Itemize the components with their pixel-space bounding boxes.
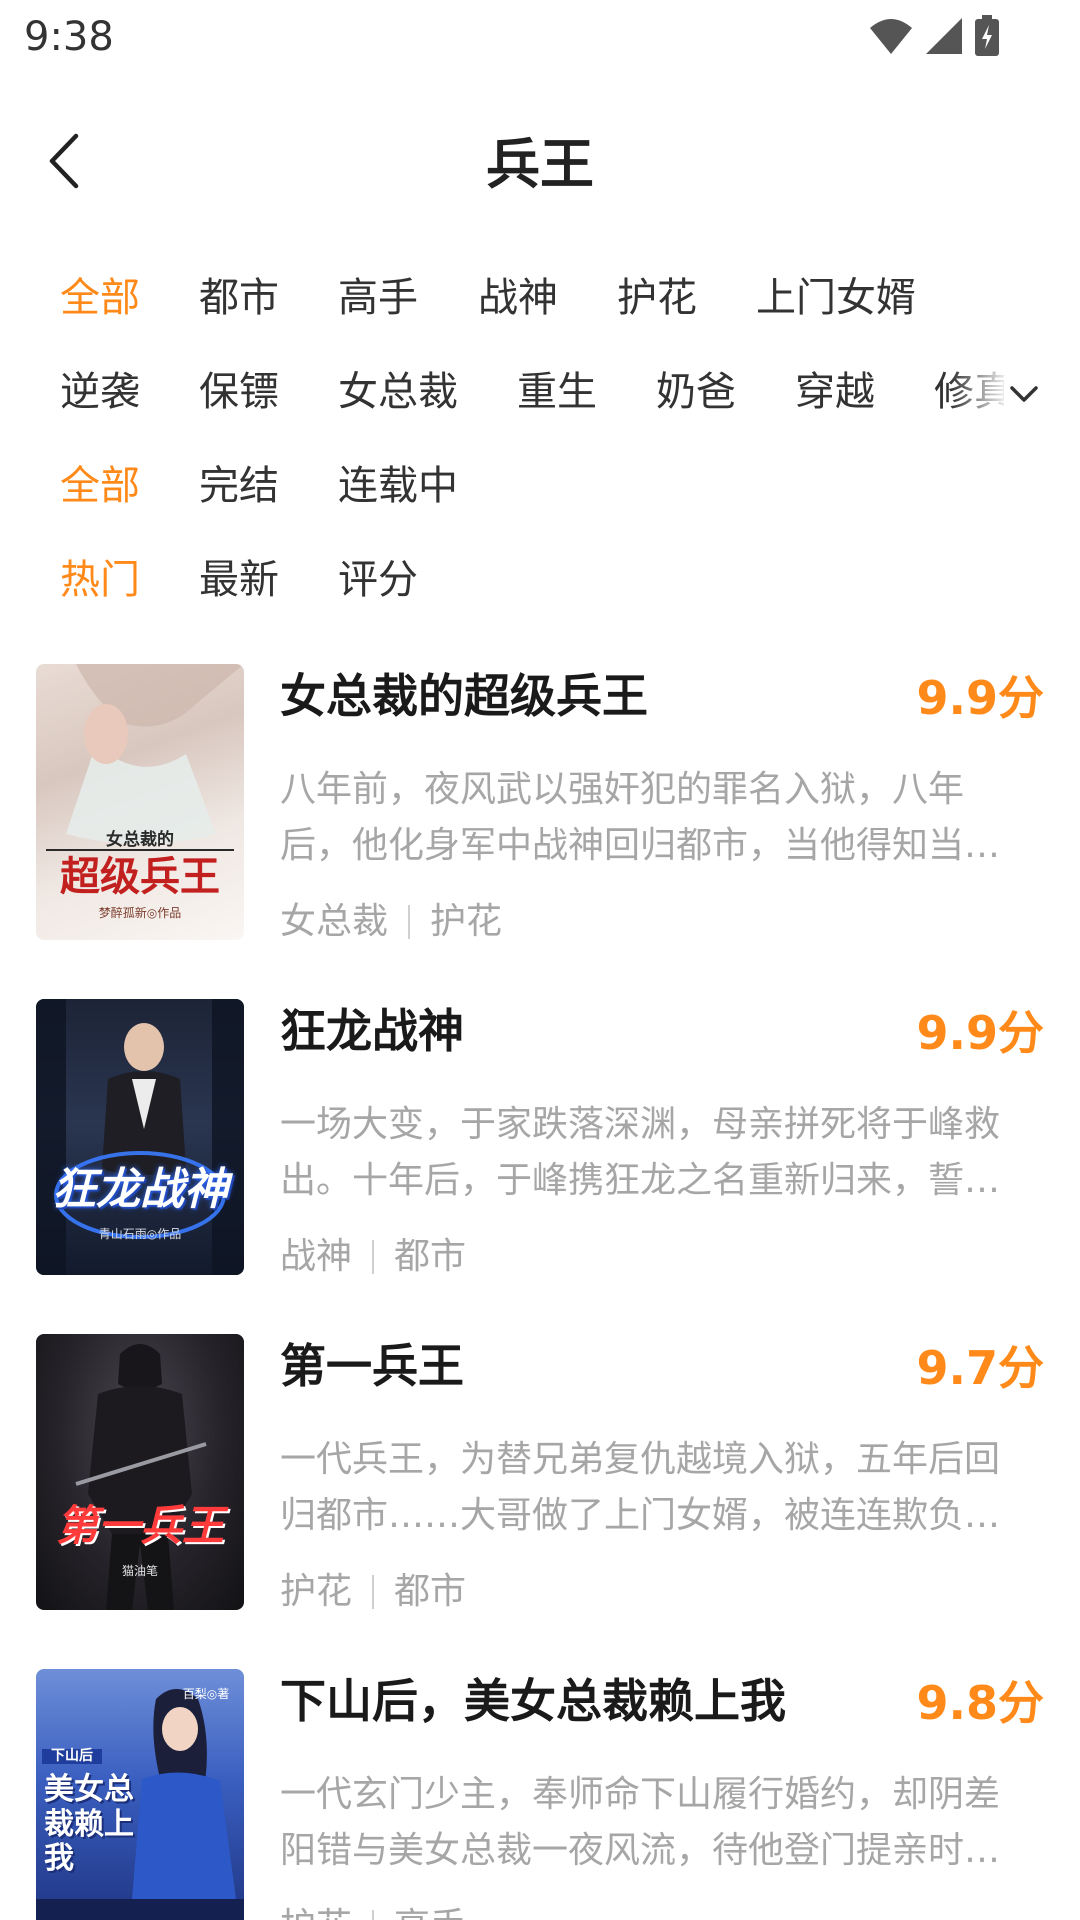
book-cover[interactable]: 下山后 美女总裁赖上我 百梨◎著 bbox=[36, 1669, 244, 1920]
book-item[interactable]: 第一兵王 猫油笔 第一兵王 9.7分 一代兵王，为替兄弟复仇越境入狱，五年后回归… bbox=[0, 1334, 1080, 1634]
genre-filter-time-travel[interactable]: 穿越 bbox=[795, 368, 875, 416]
genre-filter-protector[interactable]: 护花 bbox=[617, 274, 697, 322]
tag-separator bbox=[408, 905, 411, 939]
status-filter-ongoing[interactable]: 连载中 bbox=[338, 462, 458, 510]
status-icons bbox=[868, 14, 1000, 58]
genre-filter-bodyguard[interactable]: 保镖 bbox=[199, 368, 279, 416]
sort-filter-hot[interactable]: 热门 bbox=[60, 556, 140, 604]
cover-author: 百梨◎著 bbox=[182, 1687, 230, 1701]
book-tag: 都市 bbox=[394, 1571, 467, 1612]
book-score: 9.7分 bbox=[916, 1341, 1045, 1395]
genre-filter-all[interactable]: 全部 bbox=[60, 274, 140, 322]
page-title: 兵王 bbox=[486, 133, 594, 196]
book-description: 一代玄门少主，奉师命下山履行婚约，却阴差阳错与美女总裁一夜风流，待他登门提亲时才… bbox=[280, 1774, 1001, 1871]
signal-icon bbox=[926, 18, 962, 54]
genre-filter-rebirth[interactable]: 重生 bbox=[517, 368, 597, 416]
book-score: 9.8分 bbox=[916, 1676, 1045, 1730]
book-description: 一代兵王，为替兄弟复仇越境入狱，五年后回归都市……大哥做了上门女婿，被连连欺负，… bbox=[280, 1439, 1001, 1536]
book-cover[interactable]: 第一兵王 猫油笔 bbox=[36, 1334, 244, 1610]
book-score: 9.9分 bbox=[916, 1006, 1045, 1060]
battery-charging-icon bbox=[975, 15, 999, 56]
book-tag: 护花 bbox=[280, 1906, 352, 1920]
status-filter-completed[interactable]: 完结 bbox=[199, 462, 279, 510]
genre-filter-master[interactable]: 高手 bbox=[338, 274, 418, 322]
book-tags: 护花 高手 bbox=[280, 1905, 466, 1920]
book-description: 八年前，夜风武以强奸犯的罪名入狱，八年后，他化身军中战神回归都市，当他得知当年的… bbox=[280, 769, 1001, 866]
expand-genres-button[interactable] bbox=[1004, 374, 1044, 414]
book-tag: 护花 bbox=[430, 901, 503, 942]
genre-filter-city[interactable]: 都市 bbox=[199, 274, 279, 322]
genre-filter-daddy[interactable]: 奶爸 bbox=[656, 368, 736, 416]
cover-title-small: 下山后 bbox=[42, 1749, 102, 1764]
filter-fade bbox=[950, 352, 1010, 432]
genre-filter-row-1: 全部 都市 高手 战神 护花 上门女婿 bbox=[0, 258, 1080, 338]
book-description: 一场大变，于家跌落深渊，母亲拼死将于峰救出。十年后，于峰携狂龙之名重新归来，誓要… bbox=[280, 1104, 1001, 1201]
cover-title: 美女总裁赖上我 bbox=[44, 1772, 134, 1876]
book-item[interactable]: 狂龙战神 青山石雨◎作品 狂龙战神 9.9分 一场大变，于家跌落深渊，母亲拼死将… bbox=[0, 999, 1080, 1299]
book-tag: 护花 bbox=[280, 1571, 353, 1612]
genre-filter-war-god[interactable]: 战神 bbox=[478, 274, 558, 322]
book-tags: 战神 都市 bbox=[280, 1235, 466, 1279]
book-title[interactable]: 狂龙战神 bbox=[280, 1003, 464, 1059]
cover-author: 青山石雨◎作品 bbox=[98, 1227, 182, 1241]
sort-filter-newest[interactable]: 最新 bbox=[199, 556, 279, 604]
sort-filter-row: 热门 最新 评分 bbox=[0, 540, 1080, 620]
book-tag: 战神 bbox=[280, 1236, 353, 1277]
genre-filter-son-in-law[interactable]: 上门女婿 bbox=[756, 274, 916, 322]
book-tag: 都市 bbox=[394, 1236, 467, 1277]
book-tags: 护花 都市 bbox=[280, 1570, 466, 1614]
book-tags: 女总裁 护花 bbox=[280, 900, 502, 944]
status-filter-row: 全部 完结 连载中 bbox=[0, 446, 1080, 526]
book-item[interactable]: 女总裁的 超级兵王 梦醉孤新◎作品 女总裁的超级兵王 9.9分 八年前，夜风武以… bbox=[0, 664, 1080, 964]
genre-filter-female-ceo[interactable]: 女总裁 bbox=[338, 368, 458, 416]
cover-title: 超级兵王 bbox=[60, 854, 220, 900]
book-cover[interactable]: 女总裁的 超级兵王 梦醉孤新◎作品 bbox=[36, 664, 244, 940]
book-item[interactable]: 下山后 美女总裁赖上我 百梨◎著 下山后，美女总裁赖上我 9.8分 一代玄门少主… bbox=[0, 1669, 1080, 1920]
status-time: 9:38 bbox=[24, 14, 114, 60]
cover-title: 第一兵王 bbox=[55, 1501, 224, 1550]
book-title[interactable]: 女总裁的超级兵王 bbox=[280, 668, 648, 724]
wifi-icon bbox=[870, 19, 912, 54]
book-title[interactable]: 第一兵王 bbox=[280, 1338, 464, 1394]
genre-filter-comeback[interactable]: 逆袭 bbox=[60, 368, 140, 416]
sort-filter-rating[interactable]: 评分 bbox=[338, 556, 418, 604]
book-tag: 高手 bbox=[394, 1906, 466, 1920]
chevron-down-icon bbox=[1010, 386, 1038, 402]
book-cover[interactable]: 狂龙战神 青山石雨◎作品 bbox=[36, 999, 244, 1275]
cover-author: 猫油笔 bbox=[121, 1564, 158, 1578]
book-tag: 女总裁 bbox=[280, 901, 389, 942]
status-filter-all[interactable]: 全部 bbox=[60, 462, 140, 510]
tag-separator bbox=[372, 1910, 375, 1920]
tag-separator bbox=[372, 1575, 375, 1609]
cover-title: 狂龙战神 bbox=[52, 1164, 228, 1215]
cover-title-small: 女总裁的 bbox=[106, 830, 174, 850]
book-score: 9.9分 bbox=[916, 671, 1045, 725]
book-title[interactable]: 下山后，美女总裁赖上我 bbox=[280, 1673, 786, 1729]
app-root: 9:38 兵王 全部 都市 高手 战神 护花 上门女婿 逆袭 保镖 女总裁 重生… bbox=[0, 0, 1080, 1920]
header-bar: 兵王 bbox=[0, 110, 1080, 210]
genre-filter-row-2: 逆袭 保镖 女总裁 重生 奶爸 穿越 修真 bbox=[0, 352, 1080, 432]
status-bar: 9:38 bbox=[0, 0, 1080, 72]
cover-author: 梦醉孤新◎作品 bbox=[98, 906, 182, 920]
tag-separator bbox=[372, 1240, 375, 1274]
